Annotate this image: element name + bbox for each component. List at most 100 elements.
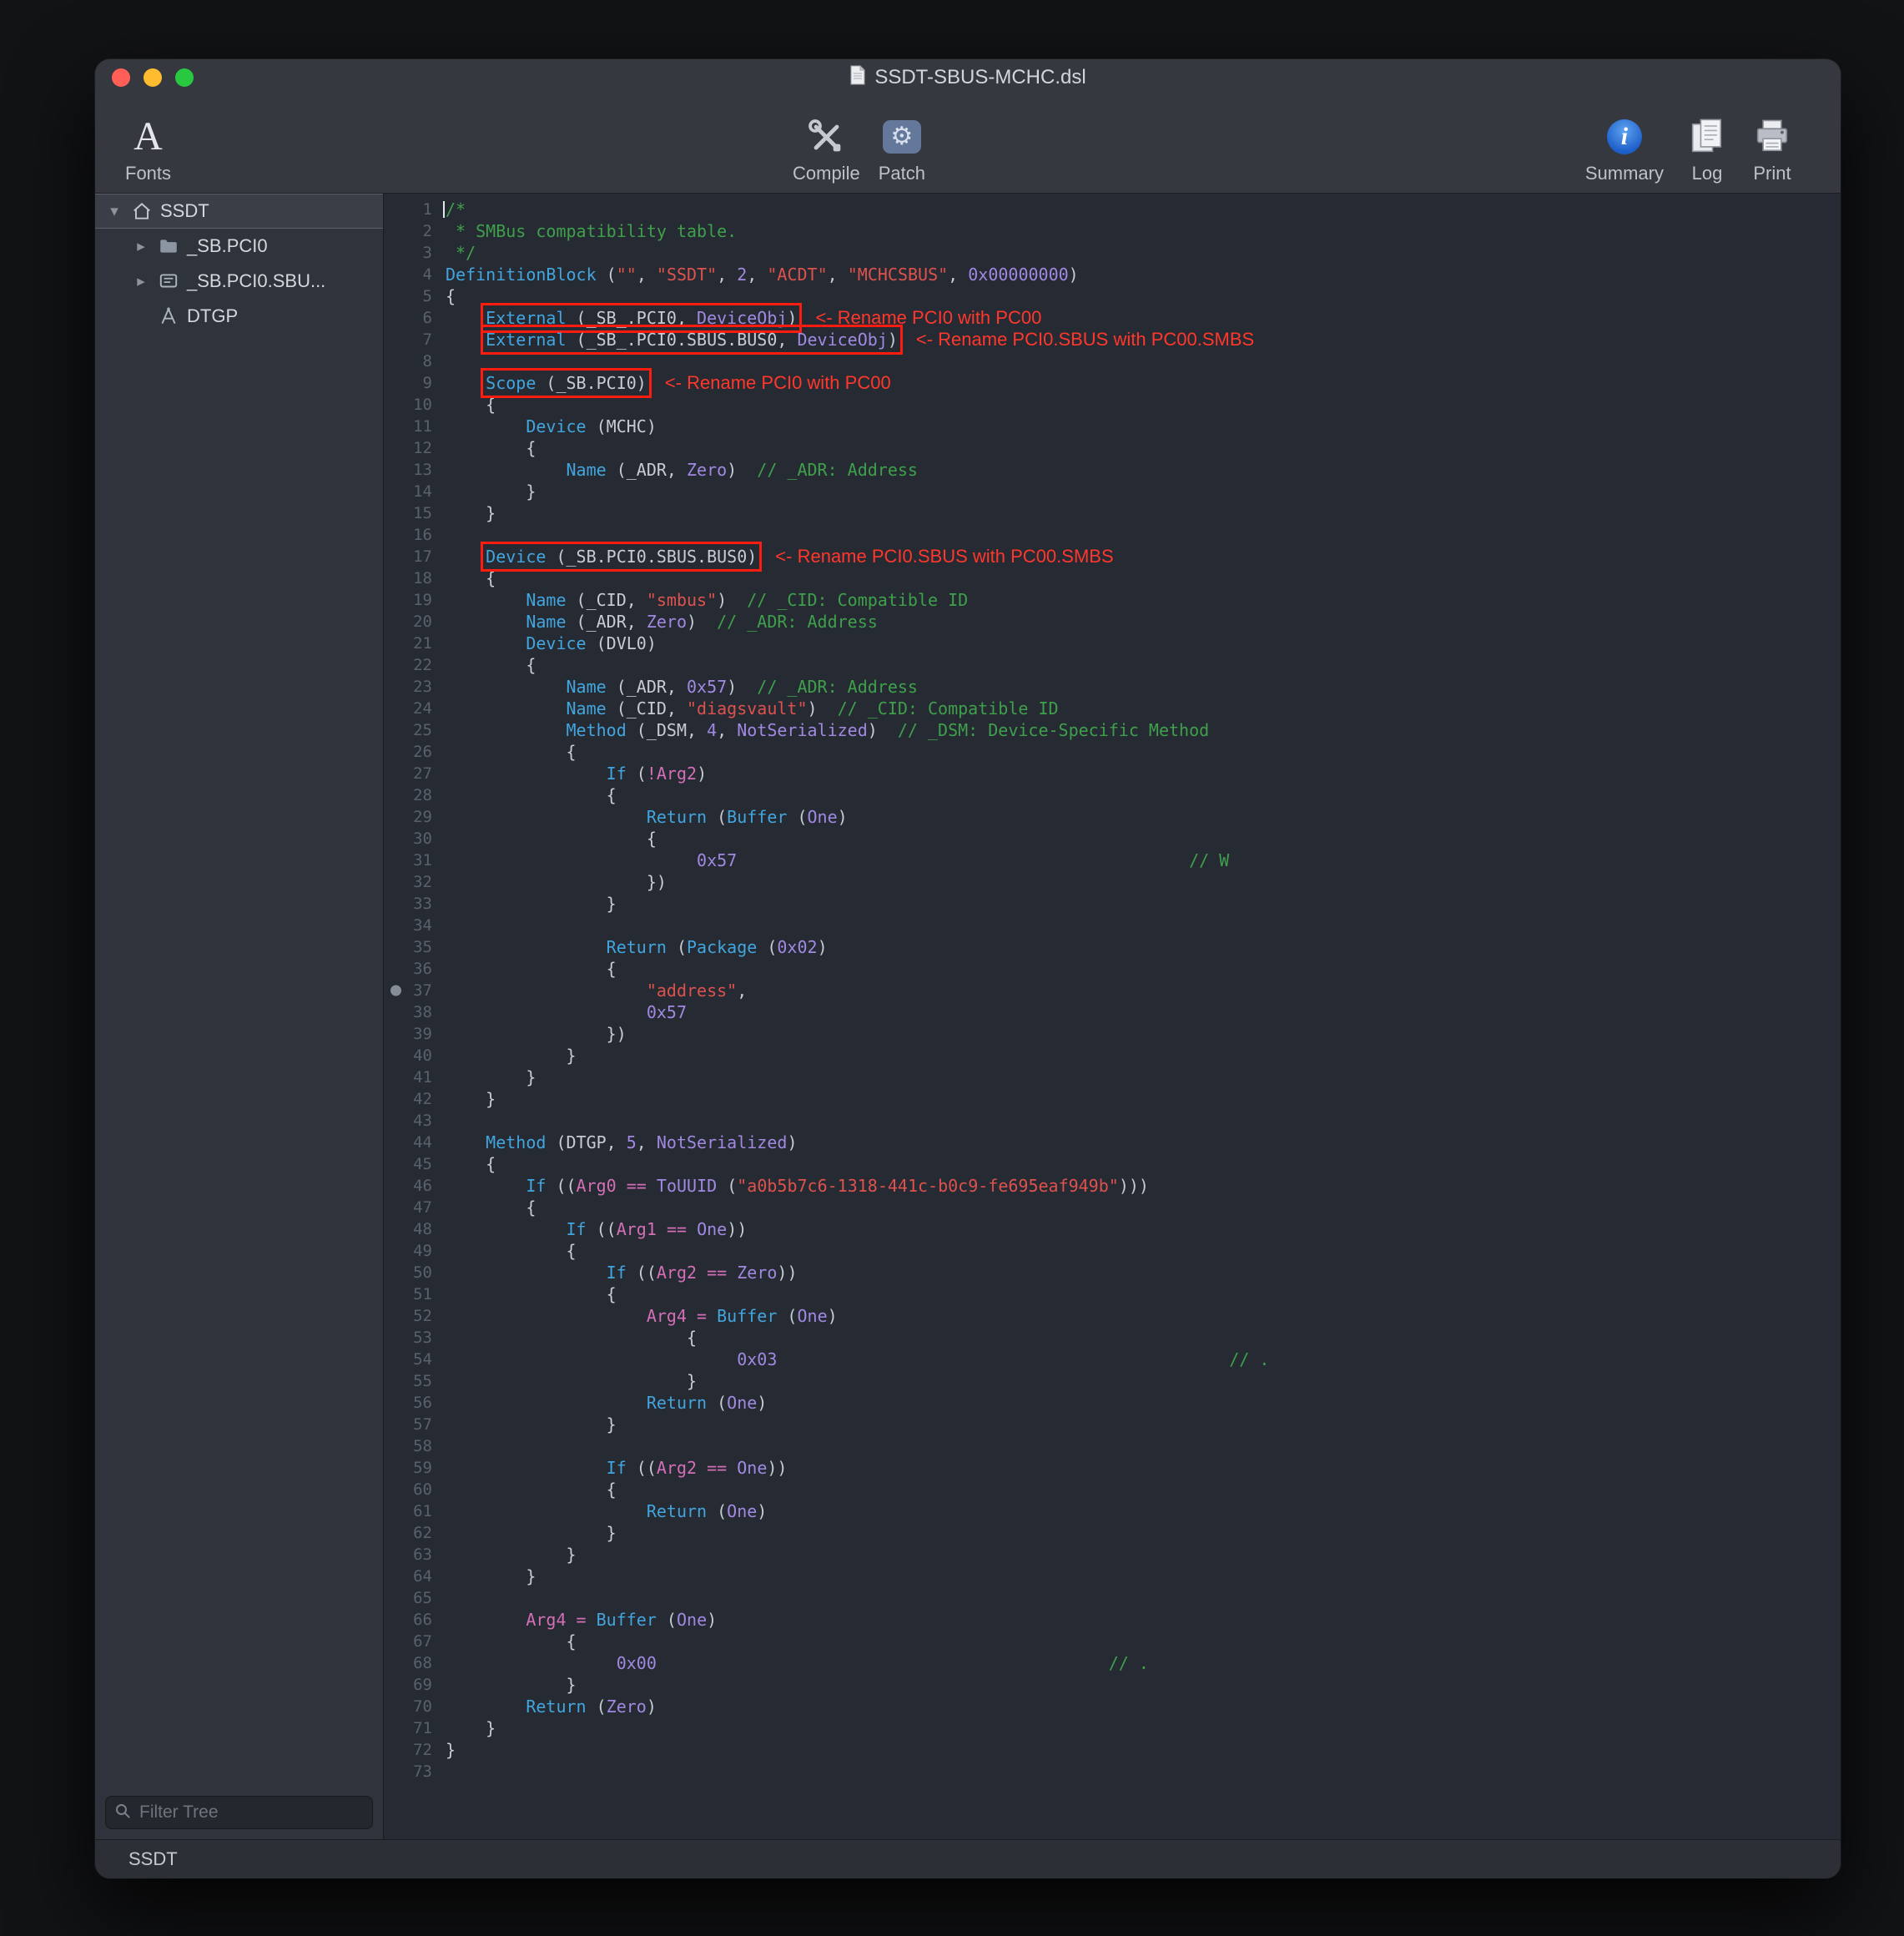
tree-item-sb-pci0[interactable]: ▸ _SB.PCI0: [95, 229, 383, 264]
rename-annotation-box: External (_SB_.PCI0, DeviceObj): [486, 308, 797, 328]
code-line: 49 {: [384, 1240, 1841, 1262]
code-line: 36 {: [384, 958, 1841, 980]
fonts-icon: A: [133, 117, 163, 157]
line-number: 7: [384, 329, 432, 350]
line-number: 65: [384, 1587, 432, 1609]
code-line: 69 }: [384, 1674, 1841, 1696]
log-button[interactable]: Log: [1685, 104, 1729, 184]
line-number: 66: [384, 1609, 432, 1631]
code-line: 60 {: [384, 1479, 1841, 1500]
window-title-text: SSDT-SBUS-MCHC.dsl: [874, 66, 1085, 89]
line-number: 33: [384, 893, 432, 915]
code-line: 70 Return (Zero): [384, 1696, 1841, 1717]
folder-icon: [157, 235, 180, 257]
gear-icon: ⚙: [890, 124, 913, 149]
disclosure-triangle-icon[interactable]: ▸: [132, 272, 150, 291]
tree-item-dtgp[interactable]: DTGP: [95, 299, 383, 334]
code-line: 12 {: [384, 437, 1841, 459]
code-line: 29 Return (Buffer (One): [384, 806, 1841, 828]
code-line: 15 }: [384, 502, 1841, 524]
code-line: 37 "address",: [384, 980, 1841, 1001]
line-number: 62: [384, 1522, 432, 1544]
line-number: 14: [384, 481, 432, 502]
code-editor[interactable]: 1/*2 * SMBus compatibility table.3 */4De…: [384, 194, 1841, 1839]
line-number: 11: [384, 416, 432, 437]
line-number: 51: [384, 1283, 432, 1305]
line-number: 13: [384, 459, 432, 481]
fonts-label: Fonts: [125, 163, 171, 184]
code-line: 23 Name (_ADR, 0x57) // _ADR: Address: [384, 676, 1841, 698]
code-line: 58: [384, 1435, 1841, 1457]
app-window: SSDT-SBUS-MCHC.dsl A Fonts Compile ⚙: [95, 59, 1841, 1878]
device-icon: [157, 270, 180, 292]
line-number: 52: [384, 1305, 432, 1327]
code-line: 61 Return (One): [384, 1500, 1841, 1522]
line-number: 56: [384, 1392, 432, 1414]
code-line: 1/*: [384, 199, 1841, 220]
code-line: 47 {: [384, 1197, 1841, 1218]
toolbar: A Fonts Compile ⚙ Patch: [95, 96, 1841, 194]
tree-item-label: DTGP: [187, 305, 238, 327]
code-line: 25 Method (_DSM, 4, NotSerialized) // _D…: [384, 719, 1841, 741]
line-number: 22: [384, 654, 432, 676]
patch-button[interactable]: ⚙ Patch: [879, 104, 925, 184]
code-line: 32 }): [384, 871, 1841, 893]
line-number: 23: [384, 676, 432, 698]
line-number: 69: [384, 1674, 432, 1696]
line-number: 19: [384, 589, 432, 611]
code-line: 22 {: [384, 654, 1841, 676]
line-number: 26: [384, 741, 432, 763]
house-icon: [130, 200, 154, 222]
filter-tree-input[interactable]: [138, 1802, 364, 1823]
code-line: 5{: [384, 285, 1841, 307]
line-number: 58: [384, 1435, 432, 1457]
log-label: Log: [1692, 163, 1723, 184]
minimize-button[interactable]: [144, 68, 162, 87]
fonts-button[interactable]: A Fonts: [125, 104, 171, 184]
print-button[interactable]: Print: [1750, 104, 1794, 184]
line-number: 41: [384, 1066, 432, 1088]
code-line: 26 {: [384, 741, 1841, 763]
line-number: 20: [384, 611, 432, 633]
line-number: 32: [384, 871, 432, 893]
zoom-button[interactable]: [175, 68, 194, 87]
line-number: 4: [384, 264, 432, 285]
close-button[interactable]: [112, 68, 130, 87]
code-line: 30 {: [384, 828, 1841, 850]
patch-icon: ⚙: [883, 120, 921, 154]
filter-tree-field[interactable]: [105, 1796, 373, 1829]
code-line: 45 {: [384, 1153, 1841, 1175]
code-line: 3 */: [384, 242, 1841, 264]
rename-annotation-box: External (_SB_.PCI0.SBUS.BUS0, DeviceObj…: [486, 330, 898, 350]
summary-button[interactable]: i Summary: [1585, 104, 1664, 184]
line-number: 55: [384, 1370, 432, 1392]
code-line: 51 {: [384, 1283, 1841, 1305]
line-number: 1: [384, 199, 432, 220]
disclosure-triangle-icon[interactable]: ▾: [105, 202, 123, 221]
code-line: 6 External (_SB_.PCI0, DeviceObj)<- Rena…: [384, 307, 1841, 329]
line-number: 3: [384, 242, 432, 264]
code-line: 54 0x03 // .: [384, 1349, 1841, 1370]
statusbar: SSDT: [95, 1839, 1841, 1878]
code-line: 50 If ((Arg2 == Zero)): [384, 1262, 1841, 1283]
compile-button[interactable]: Compile: [793, 104, 860, 184]
code-line: 18 {: [384, 567, 1841, 589]
code-line: 68 0x00 // .: [384, 1652, 1841, 1674]
tree-item-label: _SB.PCI0.SBU...: [187, 270, 325, 292]
line-number: 59: [384, 1457, 432, 1479]
print-icon: [1750, 111, 1794, 163]
code-line: 41 }: [384, 1066, 1841, 1088]
disclosure-triangle-icon[interactable]: ▸: [132, 237, 150, 256]
line-number: 36: [384, 958, 432, 980]
line-number: 61: [384, 1500, 432, 1522]
tree-item-sb-pci0-sbus[interactable]: ▸ _SB.PCI0.SBU...: [95, 264, 383, 299]
code-line: 11 Device (MCHC): [384, 416, 1841, 437]
line-number: 60: [384, 1479, 432, 1500]
code-line: 63 }: [384, 1544, 1841, 1565]
tree-item-ssdt[interactable]: ▾ SSDT: [95, 194, 383, 229]
code-line: 13 Name (_ADR, Zero) // _ADR: Address: [384, 459, 1841, 481]
navigation-tree: ▾ SSDT ▸ _SB.PCI0 ▸: [95, 194, 383, 1787]
line-number: 73: [384, 1761, 432, 1782]
code-line: 56 Return (One): [384, 1392, 1841, 1414]
code-line: 27 If (!Arg2): [384, 763, 1841, 784]
